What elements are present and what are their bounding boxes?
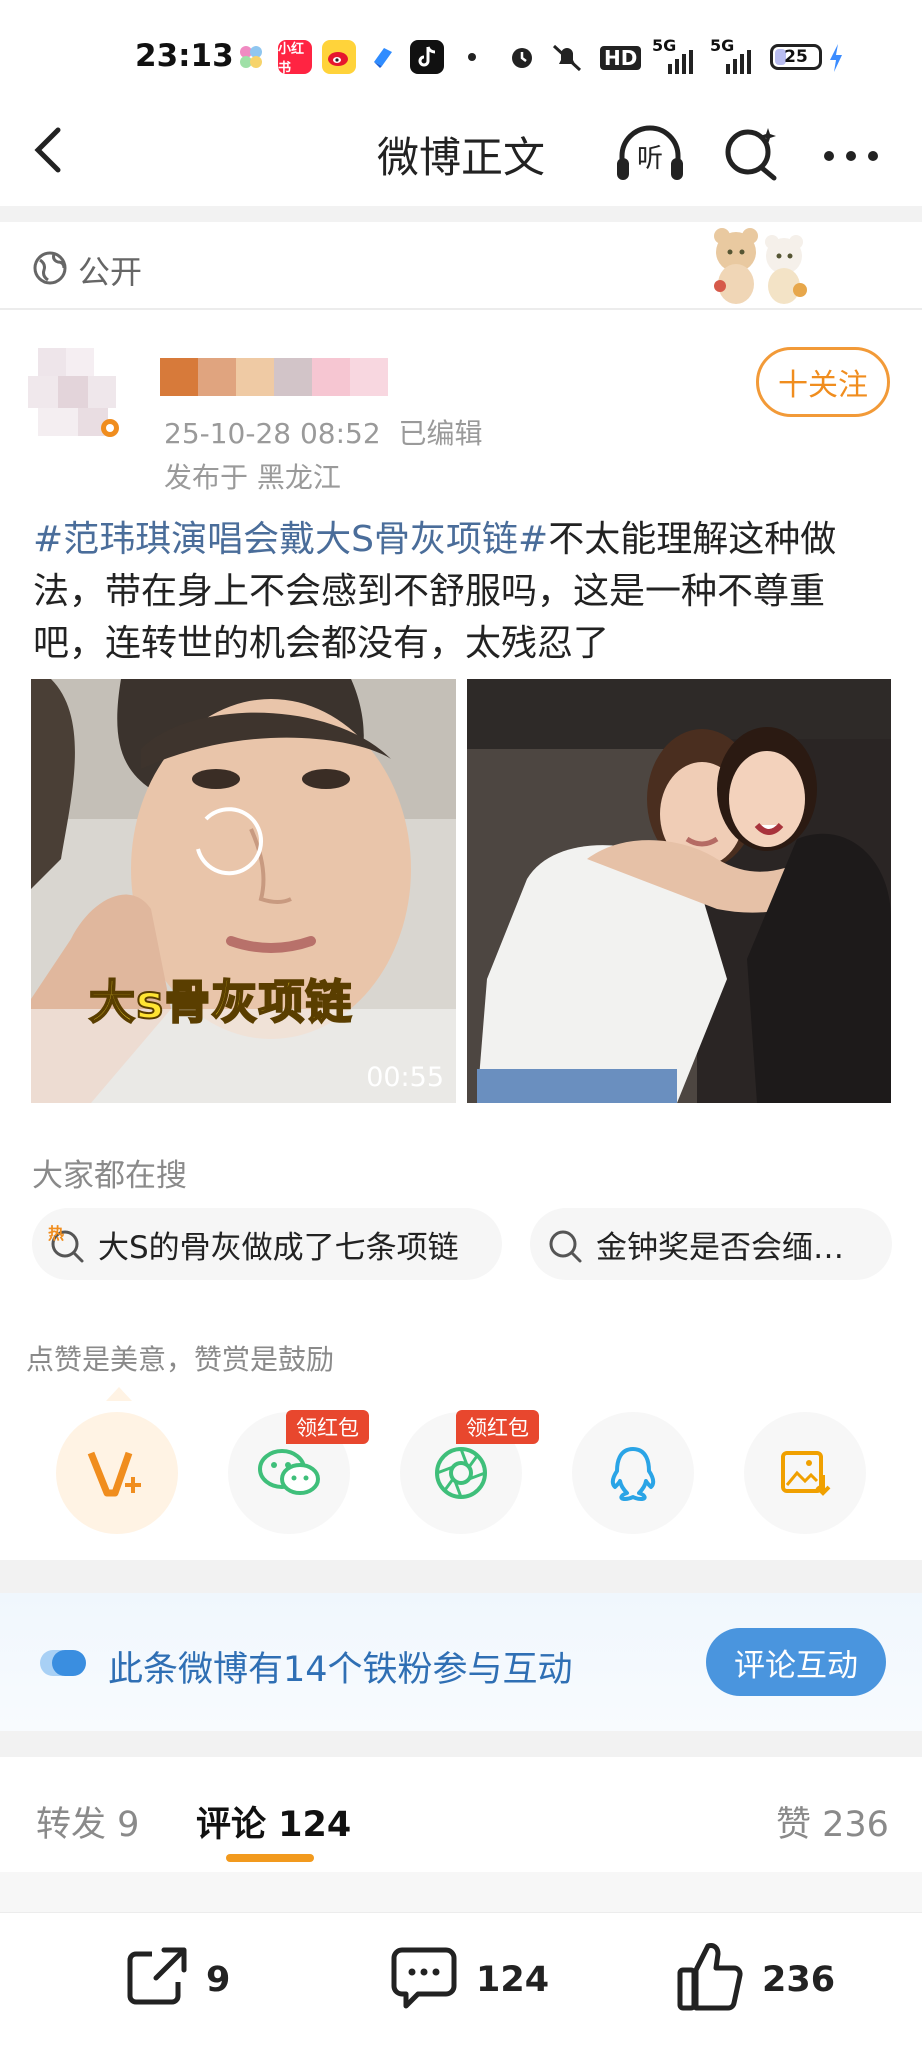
photo-thumbnail[interactable] [467,679,891,1103]
xiaohongshu-app-icon: 小红书 [278,40,312,76]
tooltip-pointer [106,1386,132,1405]
bottom-bar-border [0,1912,922,1913]
reward-heading: 点赞是美意，赞赏是鼓励 [26,1343,335,1376]
reward-vplus-button[interactable] [56,1412,178,1534]
save-image-icon [781,1451,831,1496]
thumbs-up-icon [677,1943,743,2011]
signal-bars-2-icon [726,50,752,78]
active-tab-indicator [226,1854,314,1862]
visibility-label: 公开 [78,253,143,291]
status-bar: 23:13 小红书 HD 5G 5G 25 [0,0,922,110]
fan-badge-icon [38,1646,88,1684]
search-pill-1[interactable]: 热 大S的骨灰做成了七条项链 [32,1208,502,1280]
bottom-comment-button[interactable] [390,1944,460,2014]
tab-likes[interactable]: 赞 236 [776,1796,889,1847]
username-pixel-block [274,358,312,396]
bottom-like-button[interactable] [676,1940,746,2014]
charging-icon [828,44,844,76]
red-packet-badge-2: 领红包 [456,1410,539,1444]
mute-icon [548,40,586,74]
post-location: 发布于 黑龙江 [164,461,341,494]
hot-badge: 热 [48,1224,65,1243]
hashtag-link[interactable]: #范玮琪演唱会戴大S骨灰项链# [33,519,548,560]
search-icon [546,1224,590,1264]
qq-icon [610,1447,656,1501]
username-pixel-block [312,358,350,396]
vplus-icon [87,1451,141,1497]
globe-icon [32,250,68,290]
edited-label: 已编辑 [398,417,483,450]
comment-count: 124 [476,1960,550,2000]
search-pill-2-text: 金钟奖是否会缅… [596,1229,844,1266]
video-thumbnail[interactable]: 大s骨灰项链 00:55 [31,679,456,1103]
like-count: 236 [762,1960,836,2000]
signal-bars-1-icon [668,50,694,78]
tab-comments[interactable]: 评论 124 [196,1796,351,1847]
app-icon-puzzle [236,40,266,74]
username-pixelated[interactable] [160,358,388,396]
bear-sticker-image [706,222,816,312]
username-pixel-block [160,358,198,396]
username-pixel-block [350,358,388,396]
post-body: #范玮琪演唱会戴大S骨灰项链#不太能理解这种做法，带在身上不会感到不舒服吗，这是… [33,514,893,670]
follow-button[interactable]: 十关注 [756,347,890,417]
listen-label: 听 [637,144,664,174]
post-timestamp: 25-10-28 08:52 [164,417,381,450]
username-pixel-block [198,358,236,396]
section-divider-3 [0,1731,922,1757]
weibo-app-icon [322,40,356,74]
page-title: 微博正文 [376,133,545,182]
more-dots-icon [824,151,878,161]
status-time: 23:13 [135,38,234,74]
dot-icon [466,40,478,74]
username-pixel-block [236,358,274,396]
search-pill-2[interactable]: 金钟奖是否会缅… [530,1208,892,1280]
hd-indicator: HD [600,46,642,70]
section-divider [0,206,922,222]
browser-app-icon [368,40,398,74]
tab-repost[interactable]: 转发 9 [36,1796,139,1847]
video-duration: 00:55 [366,1062,444,1093]
save-image-button[interactable] [744,1412,866,1534]
fan-interaction-text: 此条微博有14个铁粉参与互动 [108,1650,573,1690]
video-caption: 大s骨灰项链 [88,974,353,1030]
share-qq-button[interactable] [572,1412,694,1534]
alarm-icon [506,40,538,74]
search-button[interactable] [722,124,782,184]
hot-search-icon: 热 [48,1224,92,1264]
post-meta: 25-10-28 08:52 已编辑 [164,412,483,452]
repost-count: 9 [206,1960,231,2000]
comment-interact-button[interactable]: 评论互动 [706,1628,886,1696]
more-button[interactable] [820,136,882,176]
moments-icon [435,1447,487,1499]
listen-button[interactable]: 听 [612,122,688,186]
comment-icon [391,1947,457,2009]
video-frame-image [31,679,456,1103]
search-section-heading: 大家都在搜 [32,1158,187,1194]
avatar[interactable] [28,348,120,440]
red-packet-badge-1: 领红包 [286,1410,369,1444]
tab-divider [0,1872,922,1912]
section-divider-2 [0,1560,922,1593]
battery-indicator: 25 [770,44,822,70]
search-pill-1-text: 大S的骨灰做成了七条项链 [98,1229,459,1266]
hug-photo-image [467,679,891,1103]
repost-icon [127,1947,187,2005]
search-spark-icon [725,128,777,181]
wechat-icon [258,1449,320,1495]
tiktok-app-icon [410,40,444,74]
section-divider-thin [0,308,922,310]
